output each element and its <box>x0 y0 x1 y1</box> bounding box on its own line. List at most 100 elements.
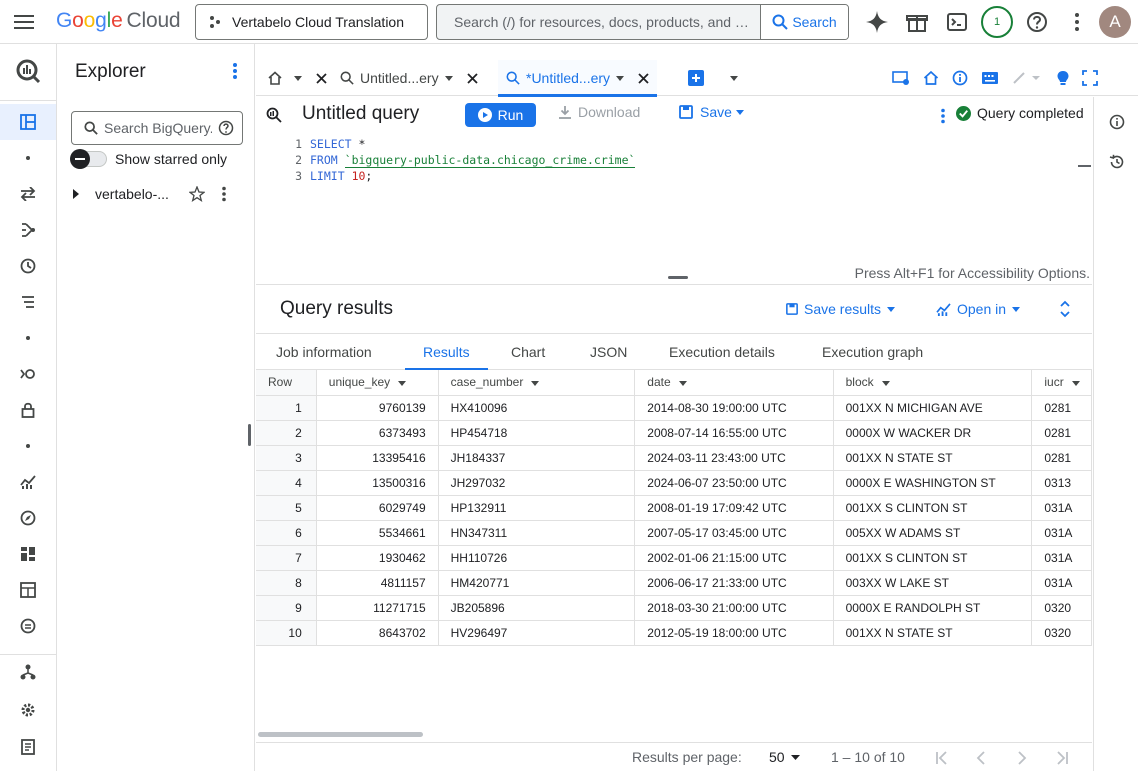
search-help-icon[interactable] <box>218 120 234 136</box>
table-row[interactable]: 6 5534661 HN347311 2007-05-17 03:45:00 UTC 0… <box>256 520 1092 546</box>
close-icon[interactable] <box>466 72 478 84</box>
table-row[interactable]: 10 8643702 HV296497 2012-05-19 18:00:00 UTC… <box>256 620 1092 646</box>
column-header-block[interactable]: block <box>833 370 1033 396</box>
next-page-icon[interactable] <box>1017 751 1027 765</box>
table-cell-block[interactable]: 001XX N STATE ST <box>833 445 1033 471</box>
main-menu-icon[interactable] <box>12 10 36 34</box>
table-cell-case-number[interactable]: HN347311 <box>438 520 636 546</box>
chevron-down-icon[interactable] <box>294 75 302 81</box>
lightbulb-icon[interactable] <box>1057 70 1069 86</box>
table-cell-date[interactable]: 2002-01-06 21:15:00 UTC <box>634 545 834 571</box>
table-cell-block[interactable]: 0000X E RANDOLPH ST <box>833 595 1033 621</box>
tab-execution-details[interactable]: Execution details <box>669 334 775 370</box>
help-icon[interactable] <box>1026 11 1048 33</box>
data-insights-icon[interactable] <box>0 356 56 392</box>
more-options-icon[interactable] <box>1070 12 1084 32</box>
table-cell-unique-key[interactable]: 6029749 <box>316 495 439 521</box>
explorer-search-input[interactable]: Search BigQuery... <box>71 111 243 145</box>
table-cell-unique-key[interactable]: 1930462 <box>316 545 439 571</box>
table-cell-block[interactable]: 0000X E WASHINGTON ST <box>833 470 1033 496</box>
table-cell-unique-key[interactable]: 11271715 <box>316 595 439 621</box>
table-cell-block[interactable]: 001XX N STATE ST <box>833 620 1033 646</box>
table-cell-block[interactable]: 005XX W ADAMS ST <box>833 520 1033 546</box>
table-cell-row[interactable]: 10 <box>256 620 317 646</box>
fullscreen-icon[interactable] <box>1082 70 1098 86</box>
table-row[interactable]: 3 13395416 JH184337 2024-03-11 23:43:00 UTC… <box>256 445 1092 471</box>
sort-caret-icon[interactable] <box>678 380 687 386</box>
notifications-badge[interactable]: 1 <box>981 6 1013 38</box>
table-cell-iucr[interactable]: 031A <box>1031 545 1092 571</box>
close-icon[interactable] <box>316 72 327 84</box>
table-cell-iucr[interactable]: 0281 <box>1031 445 1092 471</box>
table-cell-iucr[interactable]: 0313 <box>1031 470 1092 496</box>
google-cloud-logo[interactable]: Google Cloud <box>56 9 181 33</box>
table-cell-iucr[interactable]: 031A <box>1031 520 1092 546</box>
table-cell-date[interactable]: 2014-08-30 19:00:00 UTC <box>634 395 834 421</box>
tab-overflow-menu[interactable] <box>730 60 738 96</box>
table-row[interactable]: 8 4811157 HM420771 2006-06-17 21:33:00 UTC 0… <box>256 570 1092 596</box>
column-header-date[interactable]: date <box>634 370 834 396</box>
per-page-select[interactable]: 50 <box>769 749 800 765</box>
table-row[interactable]: 7 1930462 HH110726 2002-01-06 21:15:00 UTC 0… <box>256 545 1092 571</box>
table-cell-row[interactable]: 9 <box>256 595 317 621</box>
global-search[interactable]: Search (/) for resources, docs, products… <box>436 4 849 40</box>
table-cell-row[interactable]: 3 <box>256 445 317 471</box>
table-cell-iucr[interactable]: 0281 <box>1031 395 1092 421</box>
table-cell-case-number[interactable]: HV296497 <box>438 620 636 646</box>
first-page-icon[interactable] <box>935 751 949 765</box>
data-preparation-icon[interactable] <box>0 284 56 320</box>
table-cell-row[interactable]: 8 <box>256 570 317 596</box>
expand-arrow-icon[interactable] <box>67 189 85 199</box>
monitoring-icon[interactable] <box>0 464 56 500</box>
expand-collapse-icon[interactable] <box>1059 300 1071 318</box>
tab-execution-graph[interactable]: Execution graph <box>822 334 923 370</box>
settings-gear-icon[interactable] <box>0 692 56 728</box>
keyboard-icon[interactable] <box>981 71 999 85</box>
table-cell-date[interactable]: 2018-03-30 21:00:00 UTC <box>634 595 834 621</box>
table-cell-date[interactable]: 2006-06-17 21:33:00 UTC <box>634 570 834 596</box>
download-button[interactable]: Download <box>558 104 640 120</box>
table-cell-block[interactable]: 001XX N MICHIGAN AVE <box>833 395 1033 421</box>
table-cell-row[interactable]: 1 <box>256 395 317 421</box>
code-area[interactable]: SELECT * FROM `bigquery-public-data.chica… <box>310 136 1078 264</box>
column-header-case-number[interactable]: case_number <box>438 370 636 396</box>
open-in-button[interactable]: Open in <box>936 301 1021 317</box>
table-cell-iucr[interactable]: 031A <box>1031 570 1092 596</box>
toggle-track[interactable] <box>70 149 107 169</box>
sort-caret-icon[interactable] <box>398 380 407 386</box>
magic-wand-icon[interactable] <box>1012 71 1040 85</box>
explorer-tree-project[interactable]: vertabelo-... <box>67 183 247 205</box>
tree-more-icon[interactable] <box>221 186 227 202</box>
bigquery-logo-icon[interactable] <box>0 52 56 90</box>
table-icon[interactable] <box>0 572 56 608</box>
explorer-more-icon[interactable] <box>232 62 238 80</box>
sql-editor[interactable]: 123 SELECT * FROM `bigquery-public-data.c… <box>256 133 1092 283</box>
table-row[interactable]: 2 6373493 HP454718 2008-07-14 16:55:00 UTC 0… <box>256 420 1092 446</box>
tab-home[interactable] <box>268 60 327 96</box>
table-row[interactable]: 5 6029749 HP132911 2008-01-19 17:09:42 UTC 0… <box>256 495 1092 521</box>
release-notes-icon[interactable] <box>0 729 56 765</box>
tab-results[interactable]: Results <box>405 334 488 371</box>
partner-center-icon[interactable] <box>0 608 56 644</box>
table-cell-case-number[interactable]: HX410096 <box>438 395 636 421</box>
cloud-shell-icon[interactable] <box>946 11 968 33</box>
migration-icon[interactable] <box>0 654 56 690</box>
table-row[interactable]: 9 11271715 JB205896 2018-03-30 21:00:00 UTC… <box>256 595 1092 621</box>
info-icon[interactable] <box>952 70 968 86</box>
scheduled-queries-icon[interactable] <box>0 248 56 284</box>
table-cell-case-number[interactable]: JH184337 <box>438 445 636 471</box>
table-cell-date[interactable]: 2024-06-07 23:50:00 UTC <box>634 470 834 496</box>
table-cell-unique-key[interactable]: 4811157 <box>316 570 439 596</box>
global-search-button[interactable]: Search <box>760 5 848 39</box>
table-cell-case-number[interactable]: HH110726 <box>438 545 636 571</box>
save-button[interactable]: Save <box>679 104 744 120</box>
close-icon[interactable] <box>638 72 649 84</box>
dashboard-icon[interactable] <box>0 536 56 572</box>
tab-chart[interactable]: Chart <box>511 334 545 370</box>
table-cell-case-number[interactable]: HM420771 <box>438 570 636 596</box>
prev-page-icon[interactable] <box>976 751 986 765</box>
run-button[interactable]: Run <box>465 103 536 127</box>
security-lock-icon[interactable] <box>0 392 56 428</box>
table-cell-unique-key[interactable]: 13500316 <box>316 470 439 496</box>
show-starred-toggle[interactable]: Show starred only <box>70 149 227 169</box>
